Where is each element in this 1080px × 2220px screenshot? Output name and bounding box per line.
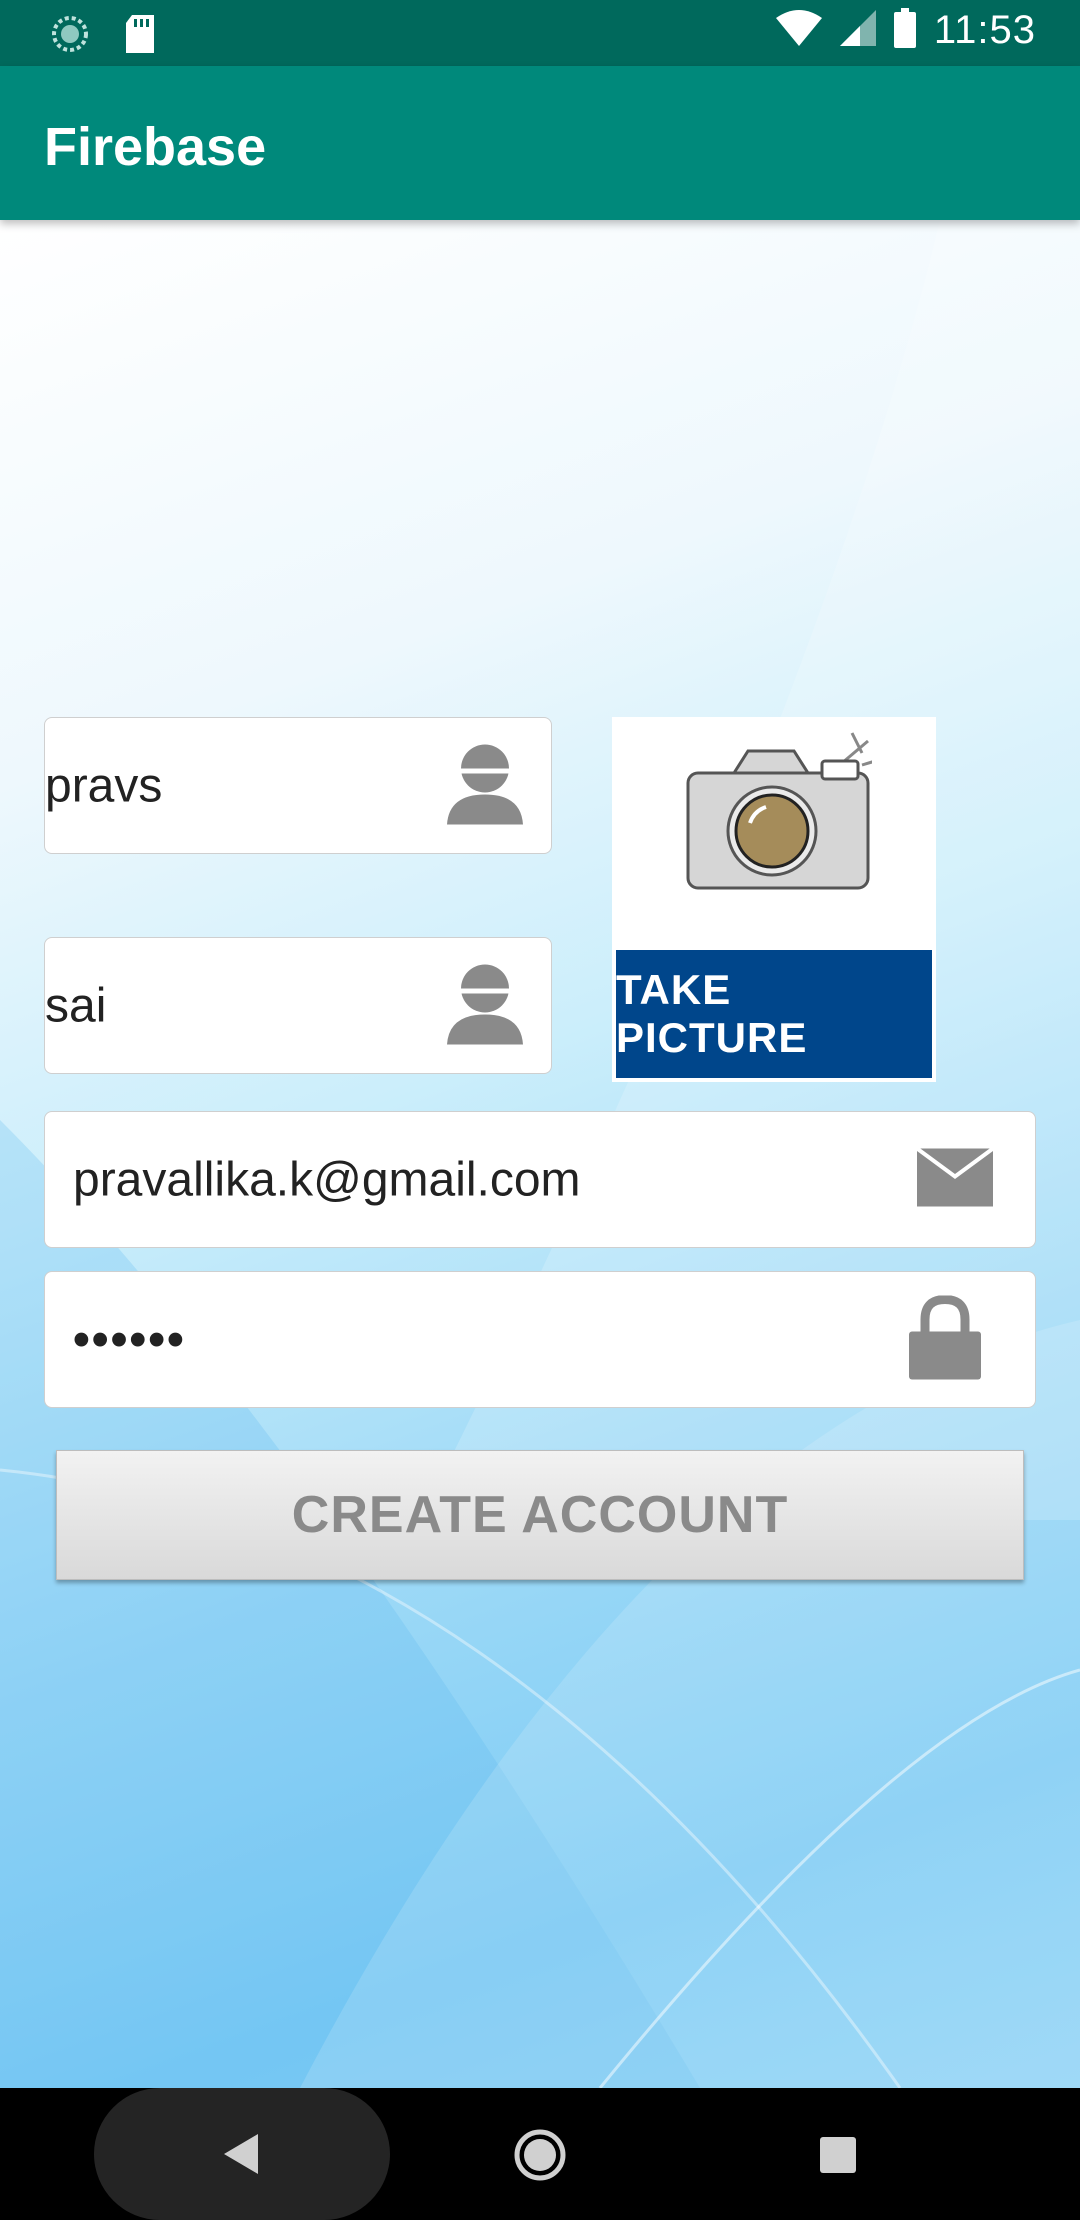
app-title: Firebase: [44, 117, 267, 177]
person-icon: [445, 742, 525, 829]
lock-icon: [909, 1294, 981, 1384]
last-name-value: sai: [45, 979, 107, 1032]
back-icon[interactable]: [224, 2134, 258, 2179]
camera-icon: [682, 723, 883, 898]
first-name-field[interactable]: pravs: [44, 717, 552, 854]
app-bar: Firebase: [0, 66, 1080, 220]
email-field[interactable]: pravallika.k@gmail.com: [44, 1111, 1036, 1248]
take-picture-label: TAKE PICTURE: [616, 950, 932, 1078]
sd-card-icon: [124, 15, 156, 58]
person-icon: [445, 962, 525, 1049]
wifi-icon: [775, 10, 822, 51]
status-time: 11:53: [933, 8, 1036, 52]
last-name-field[interactable]: sai: [44, 937, 552, 1074]
password-field[interactable]: ••••••: [44, 1271, 1036, 1408]
envelope-icon: [915, 1146, 995, 1211]
create-account-button[interactable]: CREATE ACCOUNT: [56, 1450, 1024, 1580]
password-value: ••••••: [73, 1313, 186, 1366]
home-icon[interactable]: [514, 2129, 566, 2186]
signup-content: pravs sai TAKE PICTURE pravallika.k@gmai…: [0, 220, 1080, 2088]
email-value: pravallika.k@gmail.com: [73, 1153, 581, 1206]
navigation-bar: [0, 2088, 1080, 2220]
sync-icon: [50, 14, 90, 59]
take-picture-button[interactable]: TAKE PICTURE: [612, 717, 936, 1082]
first-name-value: pravs: [45, 759, 163, 812]
status-bar: 11:53: [0, 0, 1080, 66]
signal-icon: [839, 10, 876, 51]
battery-icon: [893, 8, 916, 53]
recents-icon[interactable]: [820, 2137, 856, 2178]
